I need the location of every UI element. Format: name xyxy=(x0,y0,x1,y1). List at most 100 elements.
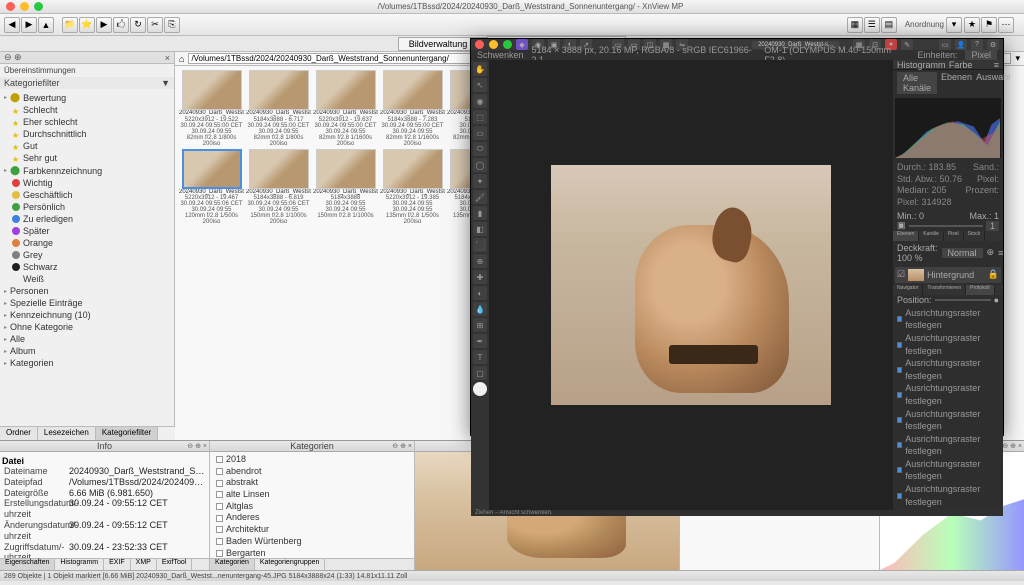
blend-dropdown[interactable]: Normal xyxy=(942,248,983,258)
info-tab-xmp[interactable]: XMP xyxy=(131,559,157,570)
clone-tool-icon[interactable]: ⊕ xyxy=(473,254,487,268)
cat-tab-groups[interactable]: Kategoriengruppen xyxy=(255,559,326,570)
dr-tab-channels[interactable]: Kanäle xyxy=(919,231,944,241)
dark-close-button[interactable] xyxy=(475,40,484,49)
close-window-button[interactable] xyxy=(6,2,15,11)
color-item[interactable]: Schwarz xyxy=(0,261,174,273)
color-item[interactable]: Orange xyxy=(0,237,174,249)
mesh-tool-icon[interactable]: ⊞ xyxy=(473,318,487,332)
cat-tab-cat[interactable]: Kategorien xyxy=(210,559,255,570)
options-button[interactable]: ⋯ xyxy=(998,17,1014,33)
category-item[interactable]: Anderes xyxy=(216,512,408,524)
thumbnail[interactable]: 20240930_Darß_Weststran...5184x3888 - 6.… xyxy=(246,70,311,147)
panel-tab-color[interactable]: Farbe xyxy=(949,60,973,70)
open-button[interactable]: 📁 xyxy=(62,17,78,33)
tree-item[interactable]: ▸Spezielle Einträge xyxy=(0,297,174,309)
thumbnail[interactable]: 20240930_Darß_Weststran...5220x3912 - 19… xyxy=(179,149,244,226)
history-item[interactable]: Ausrichtungsraster festlegen xyxy=(897,483,999,508)
color-item[interactable]: Später xyxy=(0,225,174,237)
category-item[interactable]: abstrakt xyxy=(216,477,408,489)
shape-tool-icon[interactable]: ▢ xyxy=(473,366,487,380)
nav-fwd-button[interactable]: ▶ xyxy=(21,17,37,33)
tree-item[interactable]: ▸Ohne Kategorie xyxy=(0,321,174,333)
thumbnail[interactable]: 20240930_Darß_Weststran...5220x3912 - 19… xyxy=(380,149,445,226)
history-item[interactable]: Ausrichtungsraster festlegen xyxy=(897,433,999,458)
nav-tab-navigator[interactable]: Navigator xyxy=(893,285,923,295)
units-dropdown[interactable]: Pixel xyxy=(965,50,997,60)
layer-row[interactable]: ☑ Hintergrund 🔒 xyxy=(895,267,1001,283)
color-item[interactable]: Geschäftlich xyxy=(0,189,174,201)
dark-prefs-icon[interactable]: ⚙ xyxy=(987,39,999,50)
dr-tab-pixel[interactable]: Pixel xyxy=(944,231,964,241)
hand-tool-icon[interactable]: ✋ xyxy=(473,62,487,76)
sort-dropdown[interactable]: ▾ xyxy=(946,17,962,33)
tree-color[interactable]: ▸⬤Farbkennzeichnung xyxy=(0,164,174,177)
layer-menu-icon[interactable]: ≡ xyxy=(998,248,1003,258)
dark-zoom-button[interactable] xyxy=(503,40,512,49)
dodge-tool-icon[interactable]: ◐ xyxy=(473,286,487,300)
play-button[interactable]: ▶ xyxy=(96,17,112,33)
view-detail-button[interactable]: ▤ xyxy=(881,17,897,33)
copy-button[interactable]: ⎘ xyxy=(164,17,180,33)
dr-tab-layers[interactable]: Ebenen xyxy=(893,231,919,241)
pen-tool-icon[interactable]: ✒ xyxy=(473,334,487,348)
color-item[interactable]: Persönlich xyxy=(0,201,174,213)
nav-tab-transform[interactable]: Transformieren xyxy=(923,285,966,295)
thumbnail[interactable]: 20240930_Darß_Weststran...5184x3888 - 6.… xyxy=(246,149,311,226)
crop-tool-icon[interactable]: ⬚ xyxy=(473,110,487,124)
channel-dropdown[interactable]: Alle Kanäle xyxy=(897,72,937,94)
category-item[interactable]: 2018 xyxy=(216,454,408,466)
rating-item[interactable]: Durchschnittlich xyxy=(0,128,174,140)
path-dropdown-icon[interactable]: ▾ xyxy=(1015,53,1020,64)
rating-item[interactable]: Schlecht xyxy=(0,104,174,116)
nav-back-button[interactable]: ◀ xyxy=(4,17,20,33)
rating-item[interactable]: Gut xyxy=(0,140,174,152)
category-item[interactable]: abendrot xyxy=(216,466,408,478)
history-item[interactable]: Ausrichtungsraster festlegen xyxy=(897,357,999,382)
info-tab-exif[interactable]: EXIF xyxy=(104,559,131,570)
tree-item[interactable]: ▸Alle xyxy=(0,333,174,345)
cut-button[interactable]: ✂ xyxy=(147,17,163,33)
nav-tab-history[interactable]: Protokoll xyxy=(966,285,994,295)
rating-item[interactable]: Sehr gut xyxy=(0,152,174,164)
dr-tab-stock[interactable]: Stock xyxy=(964,231,986,241)
color-item[interactable]: Zu erledigen xyxy=(0,213,174,225)
sidebar-tab-bookmarks[interactable]: Lesezeichen xyxy=(38,427,96,440)
persona-photo-icon[interactable]: ◆ xyxy=(516,39,528,50)
heal-tool-icon[interactable]: ✚ xyxy=(473,270,487,284)
fill-tool-icon[interactable]: ▮ xyxy=(473,206,487,220)
color-item[interactable]: Wichtig xyxy=(0,177,174,189)
save-button[interactable]: 🖒 xyxy=(113,17,129,33)
category-item[interactable]: Bergarten xyxy=(216,548,408,559)
color-well-icon[interactable] xyxy=(473,382,487,396)
history-item[interactable]: Ausrichtungsraster festlegen xyxy=(897,408,999,433)
dark-account-icon[interactable]: 👤 xyxy=(955,39,967,50)
dark-min-button[interactable] xyxy=(489,40,498,49)
history-item[interactable]: Ausrichtungsraster festlegen xyxy=(897,458,999,483)
move-tool-icon[interactable]: ↖ xyxy=(473,78,487,92)
layer-fx-icon[interactable]: ⊕ xyxy=(987,247,995,258)
category-item[interactable]: Baden Würtenberg xyxy=(216,536,408,548)
color-item[interactable]: Grey xyxy=(0,249,174,261)
flood-select-icon[interactable]: ✦ xyxy=(473,174,487,188)
history-item[interactable]: Ausrichtungsraster festlegen xyxy=(897,307,999,332)
dark-help-icon[interactable]: ? xyxy=(971,39,983,50)
thumbnail[interactable]: 20240930_Darß_Weststran...5184x3888 - 7.… xyxy=(380,70,445,147)
tree-item[interactable]: ▸Kategorien xyxy=(0,357,174,369)
tree-item[interactable]: ▸Album xyxy=(0,345,174,357)
flag-button[interactable]: ⚑ xyxy=(981,17,997,33)
view-list-button[interactable]: ☰ xyxy=(864,17,880,33)
thumbnail[interactable]: 20240930_Darß_Weststran...5184x388830.09… xyxy=(313,149,378,226)
rating-item[interactable]: Eher schlecht xyxy=(0,116,174,128)
color-picker-icon[interactable]: ◉ xyxy=(473,94,487,108)
lasso-tool-icon[interactable]: ⬭ xyxy=(473,142,487,156)
thumbnail[interactable]: 20240930_Darß_Weststran...5220x3912 - 19… xyxy=(179,70,244,147)
lock-icon[interactable]: 🔒 xyxy=(988,269,999,280)
text-tool-icon[interactable]: T xyxy=(473,350,487,364)
erase-tool-icon[interactable]: ⬛ xyxy=(473,238,487,252)
gradient-tool-icon[interactable]: ◧ xyxy=(473,222,487,236)
category-item[interactable]: Altglas xyxy=(216,501,408,513)
panel-tab-hist[interactable]: Histogramm xyxy=(897,60,946,70)
rate-button[interactable]: ★ xyxy=(964,17,980,33)
history-item[interactable]: Ausrichtungsraster festlegen xyxy=(897,332,999,357)
